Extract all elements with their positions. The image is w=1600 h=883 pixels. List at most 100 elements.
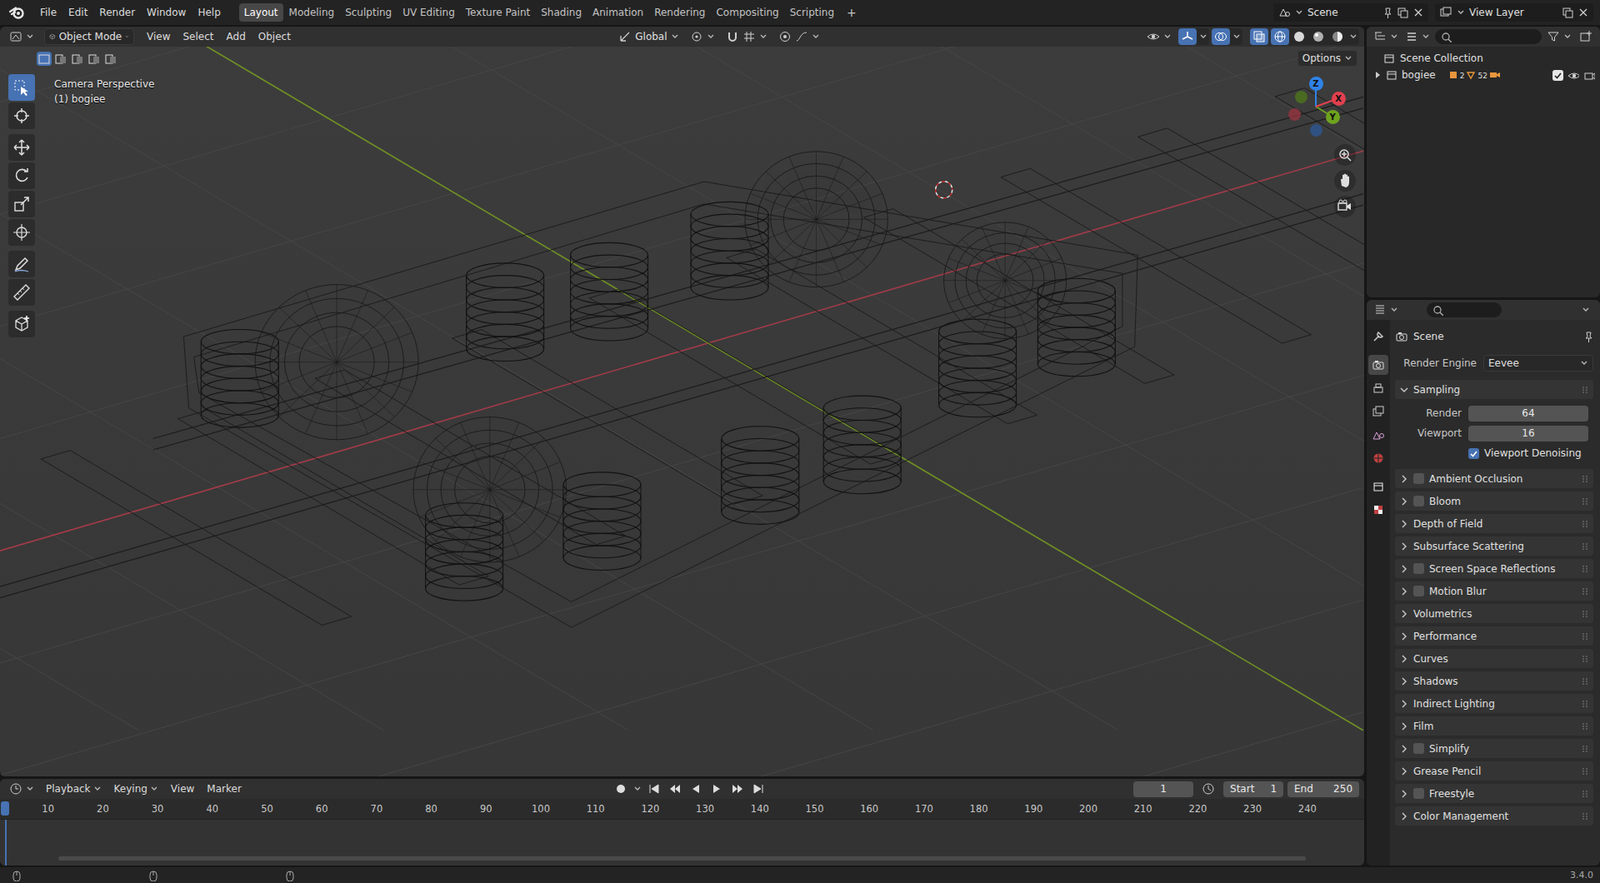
axis-ball[interactable]: Y bbox=[1325, 110, 1340, 125]
start-label[interactable]: Start bbox=[1230, 783, 1255, 795]
panel-title[interactable]: Curves bbox=[1413, 653, 1577, 665]
copy-icon[interactable] bbox=[1396, 6, 1409, 19]
negative-axis-ball[interactable] bbox=[1295, 90, 1308, 104]
panel-expand-toggle[interactable] bbox=[1400, 610, 1409, 619]
panel-arrow-icon[interactable] bbox=[1400, 520, 1409, 529]
view-layer-selector[interactable]: View Layer bbox=[1435, 3, 1594, 22]
menu-item[interactable]: Help bbox=[192, 4, 225, 21]
workspace-tab[interactable]: Shading bbox=[535, 3, 587, 22]
select-mode-button[interactable] bbox=[70, 51, 85, 66]
panel-title[interactable]: Bloom bbox=[1429, 495, 1577, 508]
property-tab[interactable] bbox=[1368, 401, 1389, 422]
panel-header[interactable]: Motion Blur bbox=[1395, 581, 1594, 601]
panel-title[interactable]: Grease Pencil bbox=[1413, 765, 1577, 778]
panel-header[interactable]: Subsurface Scattering bbox=[1395, 536, 1594, 556]
tool-button[interactable] bbox=[8, 279, 35, 306]
panel-arrow-icon[interactable] bbox=[1400, 812, 1409, 821]
shading-button[interactable] bbox=[1328, 28, 1347, 45]
panel-title[interactable]: Indirect Lighting bbox=[1413, 698, 1577, 710]
end-label[interactable]: End bbox=[1294, 783, 1314, 795]
navigation-gizmo[interactable]: ZYX bbox=[1274, 65, 1358, 149]
end-frame-field[interactable]: End 250 bbox=[1287, 781, 1360, 798]
tool-button[interactable] bbox=[8, 310, 35, 338]
panel-arrow-icon[interactable] bbox=[1400, 655, 1409, 664]
mode-dropdown[interactable]: Object Mode bbox=[44, 28, 135, 45]
panel-header[interactable]: Simplify bbox=[1395, 739, 1594, 759]
shading-button[interactable] bbox=[1309, 28, 1328, 45]
shading-button[interactable] bbox=[1290, 28, 1309, 45]
panel-arrow-icon[interactable] bbox=[1400, 475, 1409, 484]
tool-button[interactable] bbox=[8, 190, 35, 218]
frame-ruler[interactable]: 1020304050607080901001101201301401501601… bbox=[0, 799, 1365, 820]
panel-expand-toggle[interactable] bbox=[1400, 565, 1409, 574]
panel-title[interactable]: Film bbox=[1413, 720, 1577, 733]
panel-title[interactable]: Ambient Occlusion bbox=[1429, 473, 1577, 485]
axis-ball[interactable]: Z bbox=[1309, 76, 1324, 91]
panel-expand-toggle[interactable] bbox=[1400, 497, 1409, 506]
transport-button[interactable] bbox=[707, 780, 726, 798]
scene-collection-row[interactable]: Scene Collection bbox=[1371, 50, 1595, 67]
property-tab[interactable] bbox=[1368, 326, 1389, 347]
panel-arrow-icon[interactable] bbox=[1400, 745, 1409, 754]
wireframe-scene[interactable] bbox=[0, 46, 1365, 777]
render-camera-icon[interactable] bbox=[1583, 69, 1595, 81]
panel-expand-toggle[interactable] bbox=[1400, 745, 1409, 754]
panel-expand-toggle[interactable] bbox=[1400, 677, 1409, 686]
panel-header[interactable]: Curves bbox=[1395, 649, 1594, 669]
panel-title[interactable]: Performance bbox=[1413, 630, 1577, 643]
panel-arrow-icon[interactable] bbox=[1400, 722, 1409, 731]
editor-type-button[interactable] bbox=[1371, 301, 1400, 319]
panel-expand-toggle[interactable] bbox=[1400, 812, 1409, 821]
gizmo-menu[interactable] bbox=[1197, 28, 1210, 45]
number-field[interactable]: 64 bbox=[1468, 405, 1589, 422]
display-mode-button[interactable] bbox=[1403, 28, 1432, 45]
tool-button[interactable] bbox=[8, 250, 35, 278]
scene-selector[interactable]: Scene bbox=[1273, 3, 1429, 22]
negative-axis-ball[interactable] bbox=[1288, 108, 1301, 121]
panel-title[interactable]: Color Management bbox=[1413, 810, 1577, 823]
workspace-tab[interactable]: Texture Paint bbox=[460, 3, 535, 22]
property-tab[interactable] bbox=[1368, 500, 1389, 520]
panel-expand-toggle[interactable] bbox=[1400, 475, 1409, 484]
panel-header[interactable]: Bloom bbox=[1395, 491, 1594, 511]
transport-button[interactable] bbox=[749, 780, 768, 798]
denoising-checkbox[interactable] bbox=[1468, 448, 1480, 460]
panel-arrow-icon[interactable] bbox=[1400, 767, 1409, 776]
field-value[interactable]: 64 bbox=[1521, 407, 1535, 420]
property-tab[interactable] bbox=[1368, 476, 1389, 497]
panel-arrow-icon[interactable] bbox=[1400, 542, 1409, 551]
transport-button[interactable] bbox=[728, 780, 747, 798]
visibility-toggle[interactable] bbox=[1567, 69, 1580, 81]
render-engine-dropdown[interactable]: Eevee bbox=[1483, 355, 1594, 372]
axis-label[interactable]: Y bbox=[1329, 112, 1335, 122]
panel-header[interactable]: Sampling bbox=[1395, 380, 1594, 400]
eye-icon[interactable] bbox=[1567, 69, 1580, 81]
panel-expand-toggle[interactable] bbox=[1400, 385, 1409, 395]
viewport-menu[interactable]: Object bbox=[253, 28, 296, 45]
denoising-label[interactable]: Viewport Denoising bbox=[1484, 447, 1582, 460]
panel-header[interactable]: Screen Space Reflections bbox=[1395, 559, 1594, 579]
field-value[interactable]: 16 bbox=[1521, 427, 1535, 440]
workspace-tab[interactable]: Sculpting bbox=[340, 3, 397, 22]
overlay-toggle[interactable] bbox=[1211, 28, 1230, 45]
panel-expand-toggle[interactable] bbox=[1400, 790, 1409, 799]
workspace-tab[interactable]: UV Editing bbox=[397, 3, 460, 22]
panel-title[interactable]: Subsurface Scattering bbox=[1413, 540, 1577, 553]
close-icon[interactable] bbox=[1577, 6, 1590, 19]
timeline-menu[interactable]: Marker bbox=[201, 780, 246, 798]
end-value[interactable]: 250 bbox=[1333, 783, 1353, 795]
current-frame-field[interactable]: 1 bbox=[1133, 781, 1194, 798]
xray-toggle[interactable] bbox=[1250, 28, 1269, 45]
timeline-scrollbar[interactable] bbox=[58, 856, 1306, 861]
render-toggle[interactable] bbox=[1583, 69, 1595, 81]
panel-expand-toggle[interactable] bbox=[1400, 700, 1409, 709]
pin-icon[interactable] bbox=[1581, 330, 1594, 343]
editor-type-button[interactable] bbox=[5, 780, 39, 798]
panel-arrow-icon[interactable] bbox=[1400, 700, 1409, 709]
property-tab[interactable] bbox=[1368, 448, 1389, 469]
outliner-row[interactable]: bogiee252 bbox=[1371, 66, 1595, 84]
panel-expand-toggle[interactable] bbox=[1400, 767, 1409, 776]
property-tab[interactable] bbox=[1368, 425, 1389, 445]
menu-item[interactable]: File bbox=[35, 4, 62, 21]
panel-title[interactable]: Simplify bbox=[1429, 743, 1577, 755]
